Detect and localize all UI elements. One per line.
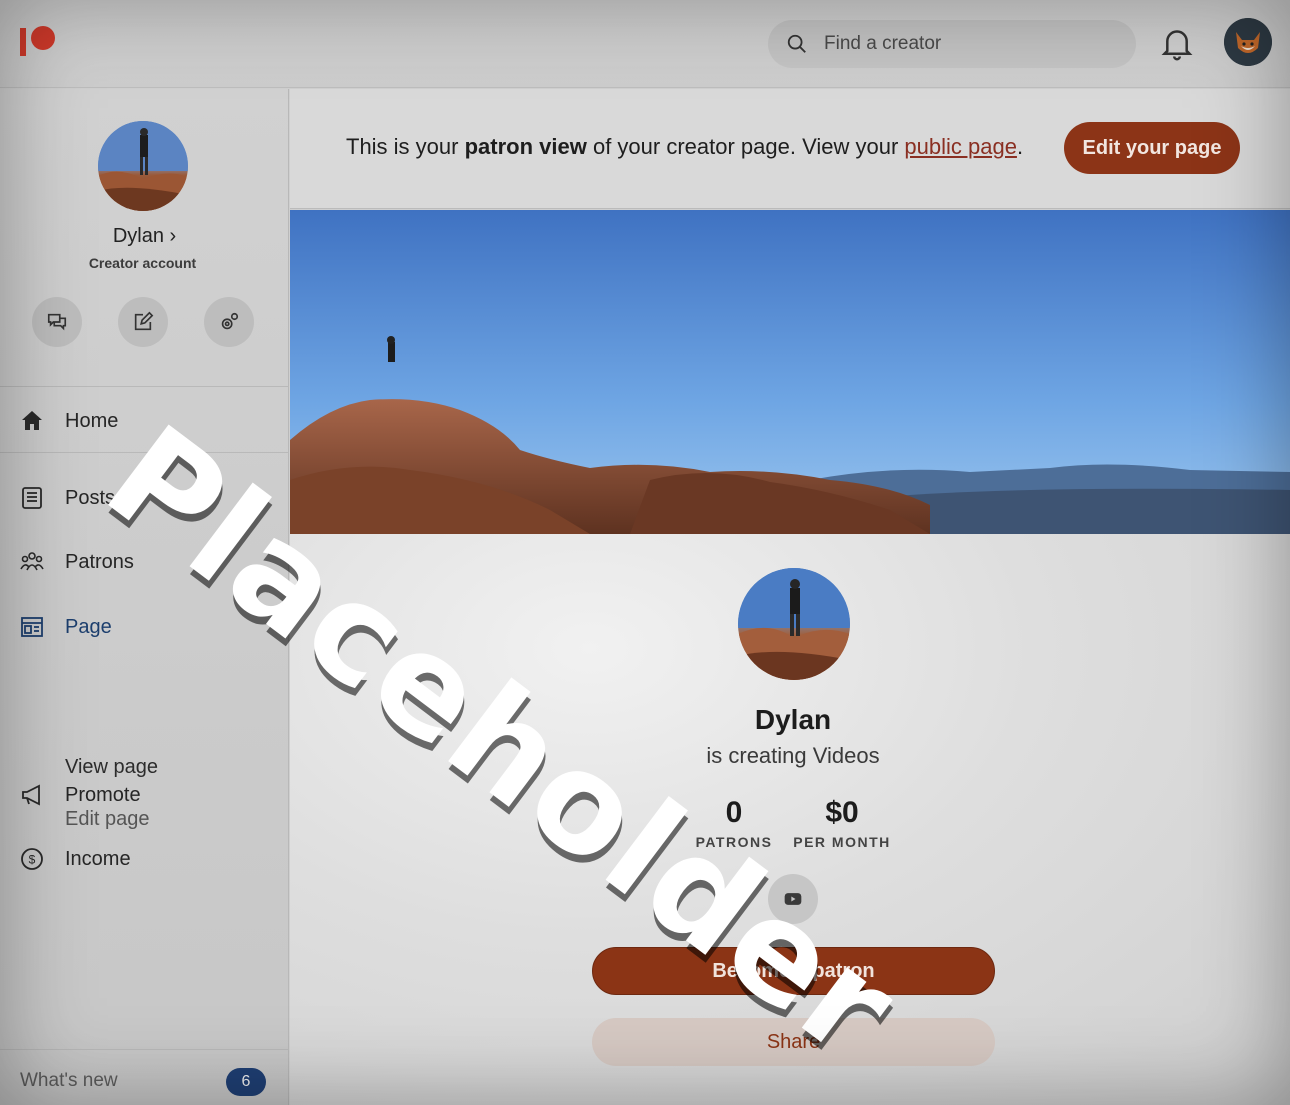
top-bar: Find a creator [0,0,1290,88]
banner-bold-text: patron view [464,134,587,159]
creator-avatar [738,568,850,680]
posts-icon [22,487,42,509]
profile-avatar[interactable] [98,121,188,211]
sidebar-item-label: Income [65,847,131,870]
page-icon [21,617,43,637]
home-icon [22,411,42,430]
creator-name: Dylan [754,704,832,735]
patrons-icon [20,552,44,571]
search-icon [787,34,806,53]
profile-name: Dylan [112,225,164,247]
search-placeholder: Find a creator [824,33,942,54]
edit-button[interactable] [118,297,168,347]
whats-new-badge: 6 [226,1068,266,1096]
megaphone-icon [22,784,40,806]
patron-view-message: This is your patron view of your creator… [346,134,1023,160]
chevron-right-icon: › [169,225,177,247]
account-type: Creator account [88,255,197,271]
messages-button[interactable] [32,297,82,347]
banner-text: of your creator page. View your [586,134,905,159]
patreon-logo[interactable] [20,26,56,58]
whats-new-link[interactable]: What's new [20,1070,118,1092]
chat-icon [47,313,67,331]
divider [0,1049,289,1050]
user-avatar[interactable] [1224,18,1272,66]
sidebar-item-label: Promote [65,783,141,806]
income-label: PER MONTH [793,834,891,850]
income-amount: $0 [825,796,859,829]
profile-name-link[interactable]: Dylan › [0,225,289,248]
sidebar-item-label: Page [65,615,112,638]
public-page-link[interactable]: public page [904,134,1017,159]
sidebar-item-label: Home [65,409,119,432]
divider [0,386,289,387]
settings-button[interactable] [204,297,254,347]
income-stat: $0 PER MONTH [790,796,894,850]
bell-icon[interactable] [1160,26,1194,62]
edit-icon [134,311,154,331]
sidebar-item-income[interactable]: $ Income [0,834,289,884]
search-input[interactable]: Find a creator [768,20,1136,68]
cover-image [290,210,1290,534]
dollar-icon: $ [21,848,43,870]
svg-text:$: $ [29,853,36,867]
banner-text: . [1016,134,1024,159]
sidebar-item-promote[interactable]: Promote [0,770,289,820]
banner-text: This is your [346,134,465,159]
edit-your-page-button[interactable]: Edit your page [1064,122,1240,174]
settings-icon [221,312,239,330]
